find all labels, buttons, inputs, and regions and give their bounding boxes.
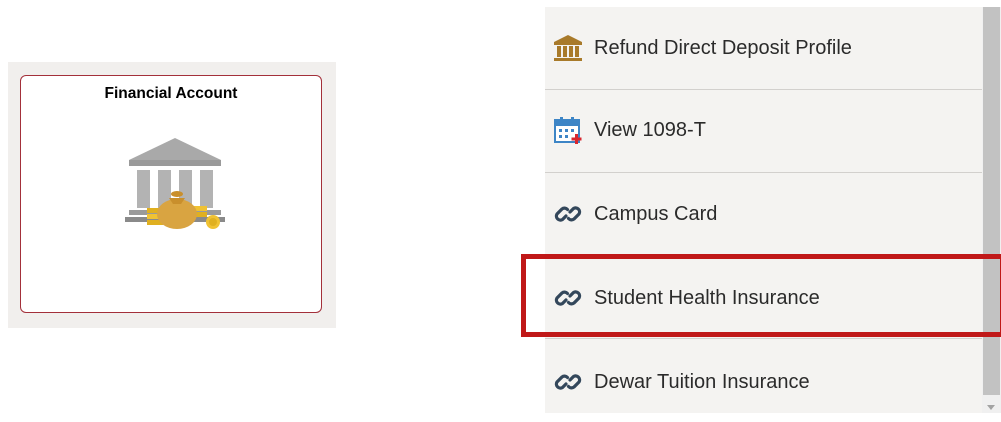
link-icon (554, 206, 582, 222)
menu-item-label: Dewar Tuition Insurance (594, 371, 810, 393)
menu-item-label: Student Health Insurance (594, 287, 820, 309)
menu-item-refund-direct-deposit-profile[interactable]: Refund Direct Deposit Profile (545, 7, 982, 90)
menu-item-label: View 1098-T (594, 119, 706, 141)
scrollbar-thumb[interactable] (983, 7, 1000, 395)
menu-item-label: Campus Card (594, 203, 718, 225)
bank-moneybag-icon (125, 138, 225, 229)
menu-item-label: Refund Direct Deposit Profile (594, 37, 852, 59)
menu-item-dewar-tuition-insurance[interactable]: Dewar Tuition Insurance (545, 339, 982, 422)
bank-icon (554, 35, 582, 61)
menu-item-student-health-insurance[interactable]: Student Health Insurance (545, 256, 982, 339)
menu-item-campus-card[interactable]: Campus Card (545, 173, 982, 256)
tile-title: Financial Account (104, 85, 238, 102)
calendar-add-icon (554, 117, 582, 144)
scroll-down-arrow-icon[interactable] (987, 405, 995, 410)
menu-item-view-1098-t[interactable]: View 1098-T (545, 90, 982, 173)
scrollbar[interactable] (982, 7, 1001, 413)
link-icon (554, 290, 582, 306)
menu-panel: Refund Direct Deposit Profile View 1098-… (545, 7, 982, 413)
financial-account-tile[interactable]: Financial Account (20, 75, 322, 313)
link-icon (554, 374, 582, 390)
